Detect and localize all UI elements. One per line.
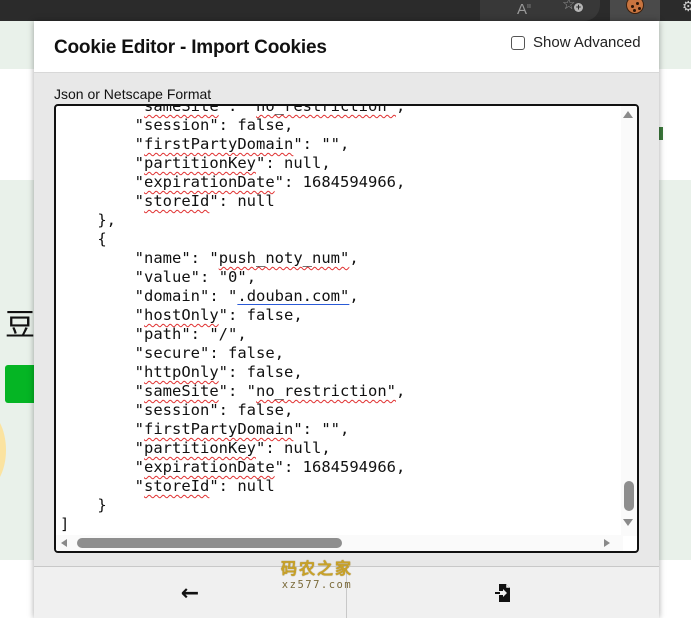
reader-mode-icon[interactable]: Aıı <box>517 0 531 17</box>
scroll-up-arrow-icon[interactable] <box>623 111 633 118</box>
json-line: "session": false, <box>134 116 294 134</box>
back-button[interactable]: ← <box>34 567 346 618</box>
json-key: "expirationDate" <box>134 458 284 476</box>
json-value: "" <box>321 135 340 153</box>
json-line: "hostOnly": false, <box>134 306 303 324</box>
favorite-plus-icon: + <box>574 2 583 12</box>
popup-footer: ← <box>34 566 659 618</box>
json-value: null <box>284 154 322 172</box>
json-line: "expirationDate": 1684594966, <box>134 458 406 476</box>
json-key: "storeId" <box>134 192 219 210</box>
json-value: 1684594966 <box>302 173 396 191</box>
popup-title: Cookie Editor - Import Cookies <box>54 37 327 58</box>
json-value: null <box>237 192 275 210</box>
json-line: "expirationDate": 1684594966, <box>134 173 406 191</box>
vertical-scrollbar[interactable] <box>621 106 637 536</box>
popup-header: Cookie Editor - Import Cookies Show Adva… <box>34 21 659 73</box>
json-key: "partitionKey" <box>134 154 266 172</box>
show-advanced-toggle[interactable]: Show Advanced <box>511 34 641 51</box>
json-value: "" <box>321 420 340 438</box>
json-line: "domain": ".douban.com", <box>134 287 359 305</box>
json-value: false <box>246 306 294 324</box>
json-line: "firstPartyDomain": "", <box>134 135 350 153</box>
json-value: false <box>246 363 294 381</box>
json-line: "storeId": null <box>134 477 275 495</box>
json-key: "firstPartyDomain" <box>134 135 303 153</box>
json-value: "no_restriction" <box>246 104 396 115</box>
background-green-mark <box>659 127 663 140</box>
json-value: 1684594966 <box>302 458 396 476</box>
cookie-json-content[interactable]: "sameSite": "no_restriction", "session":… <box>60 104 406 534</box>
json-key: "partitionKey" <box>134 439 266 457</box>
json-key: "path" <box>134 325 191 343</box>
json-value: "0" <box>218 268 247 286</box>
json-line: "secure": false, <box>134 344 285 362</box>
json-line: "partitionKey": null, <box>134 439 331 457</box>
json-line: "sameSite": "no_restriction", <box>60 104 406 116</box>
json-key: "session" <box>134 401 219 419</box>
json-value: false <box>228 344 275 362</box>
horizontal-scroll-thumb[interactable] <box>77 538 342 548</box>
json-key: "session" <box>134 116 219 134</box>
background-logo-glyph: 豆 <box>5 308 35 343</box>
json-key: "storeId" <box>134 477 219 495</box>
cookie-json-textarea[interactable]: "sameSite": "no_restriction", "session":… <box>54 104 639 553</box>
json-line: "value": "0", <box>134 268 257 286</box>
scroll-right-arrow-icon[interactable] <box>604 539 610 547</box>
vertical-scroll-thumb[interactable] <box>624 481 634 511</box>
json-key: "httpOnly" <box>134 363 228 381</box>
json-value: null <box>237 477 275 495</box>
json-line: } <box>97 496 107 514</box>
json-value: ".douban.com" <box>228 287 350 305</box>
address-bar-end <box>480 0 600 21</box>
json-value: null <box>284 439 322 457</box>
import-format-label: Json or Netscape Format <box>54 86 212 102</box>
json-key: "domain" <box>134 287 210 305</box>
cookie-editor-popup: Cookie Editor - Import Cookies Show Adva… <box>34 21 659 618</box>
scroll-left-arrow-icon[interactable] <box>61 539 67 547</box>
show-advanced-label: Show Advanced <box>533 34 641 51</box>
json-key: "sameSite" <box>134 104 228 115</box>
file-import-icon <box>495 584 510 602</box>
json-value: "/" <box>209 325 238 343</box>
import-button[interactable] <box>347 567 659 618</box>
json-line: "sameSite": "no_restriction", <box>134 382 406 400</box>
json-line: ] <box>60 515 70 533</box>
arrow-left-icon: ← <box>180 580 200 606</box>
browser-toolbar: Aıı ☆ + ⚙ <box>0 0 691 21</box>
json-line: "name": "push_noty_num", <box>134 249 359 267</box>
json-value: "no_restriction" <box>246 382 396 400</box>
json-line: "firstPartyDomain": "", <box>134 420 350 438</box>
json-line: "storeId": null <box>134 192 275 210</box>
json-key: "hostOnly" <box>134 306 228 324</box>
show-advanced-checkbox[interactable] <box>511 35 525 50</box>
json-value: false <box>237 116 285 134</box>
json-key: "sameSite" <box>134 382 228 400</box>
json-key: "firstPartyDomain" <box>134 420 303 438</box>
json-value: "push_noty_num" <box>209 249 350 267</box>
horizontal-scrollbar[interactable] <box>56 535 623 551</box>
json-key: "value" <box>134 268 201 286</box>
json-key: "name" <box>134 249 191 267</box>
json-line: "path": "/", <box>134 325 247 343</box>
json-value: false <box>237 401 285 419</box>
json-line: }, <box>97 211 116 229</box>
scroll-down-arrow-icon[interactable] <box>623 519 633 526</box>
json-line: "httpOnly": false, <box>134 363 303 381</box>
extensions-icon[interactable]: ⚙ <box>682 0 691 13</box>
json-key: "secure" <box>134 344 210 362</box>
json-key: "expirationDate" <box>134 173 284 191</box>
json-line: "partitionKey": null, <box>134 154 331 172</box>
json-line: "session": false, <box>134 401 294 419</box>
json-line: { <box>97 230 107 248</box>
